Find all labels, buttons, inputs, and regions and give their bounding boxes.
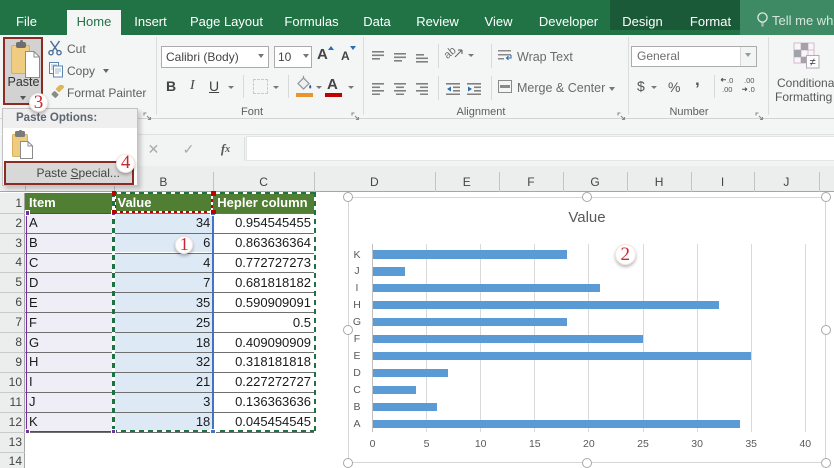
svg-text:.00: .00 <box>722 85 732 94</box>
svg-text:.0: .0 <box>749 85 755 94</box>
svg-text:.00: .00 <box>744 77 754 85</box>
svg-text:.0: .0 <box>727 77 733 85</box>
svg-text:≠: ≠ <box>810 57 816 69</box>
